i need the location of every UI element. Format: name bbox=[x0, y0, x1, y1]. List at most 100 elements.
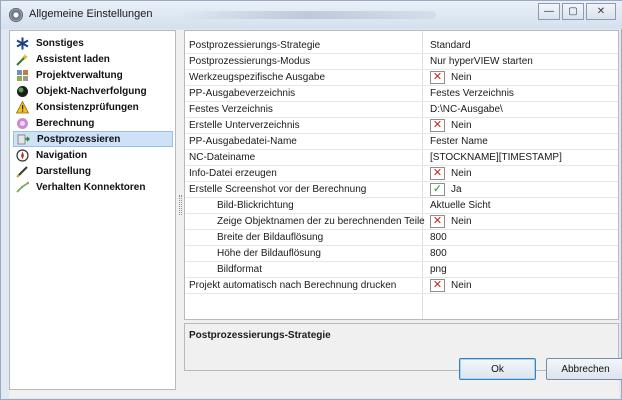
minimize-button[interactable]: — bbox=[538, 3, 560, 20]
checkbox-unchecked[interactable]: ✕ bbox=[430, 279, 445, 292]
property-row[interactable]: PP-Ausgabeverzeichnis Festes Verzeichnis bbox=[185, 86, 618, 102]
property-value[interactable]: png bbox=[430, 262, 447, 277]
property-value-text: Nein bbox=[451, 72, 472, 83]
property-name: Projekt automatisch nach Berechnung druc… bbox=[189, 280, 397, 291]
compass-icon bbox=[15, 148, 29, 162]
nav-item-postprozessieren[interactable]: Postprozessieren bbox=[13, 131, 173, 147]
nav-item-label: Sonstiges bbox=[36, 37, 84, 49]
property-row[interactable]: Werkzeugspezifische Ausgabe ✕ Nein bbox=[185, 70, 618, 86]
maximize-icon: ▢ bbox=[568, 6, 578, 17]
postprocess-icon bbox=[16, 132, 30, 146]
property-name: Breite der Bildauflösung bbox=[217, 232, 324, 243]
pen-icon bbox=[15, 164, 29, 178]
checkbox-unchecked[interactable]: ✕ bbox=[430, 215, 445, 228]
property-value-text: Nur hyperVIEW starten bbox=[430, 56, 533, 67]
property-row[interactable]: Erstelle Screenshot vor der Berechnung ✓… bbox=[185, 182, 618, 198]
property-row[interactable]: Bildformat png bbox=[185, 262, 618, 278]
nav-item-label: Berechnung bbox=[36, 117, 95, 129]
nav-item-objekt-nachverfolgung[interactable]: Objekt-Nachverfolgung bbox=[13, 83, 173, 99]
nav-item-assistent-laden[interactable]: Assistent laden bbox=[13, 51, 173, 67]
splitter-handle[interactable] bbox=[179, 195, 182, 215]
property-value[interactable]: ✕ Nein bbox=[430, 166, 472, 181]
property-name: Höhe der Bildauflösung bbox=[217, 248, 321, 259]
property-value[interactable]: Standard bbox=[430, 38, 471, 53]
property-row[interactable]: Zeige Objektnamen der zu berechnenden Te… bbox=[185, 214, 618, 230]
description-title: Postprozessierungs-Strategie bbox=[189, 330, 331, 341]
property-name: Postprozessierungs-Strategie bbox=[189, 40, 321, 51]
close-button[interactable]: ✕ bbox=[586, 3, 616, 20]
nav-item-label: Konsistenzprüfungen bbox=[36, 101, 139, 113]
property-row[interactable]: Postprozessierungs-Strategie Standard bbox=[185, 38, 618, 54]
property-value-text: Fester Name bbox=[430, 136, 488, 147]
property-name: Bild-Blickrichtung bbox=[217, 200, 294, 211]
property-value[interactable]: Fester Name bbox=[430, 134, 488, 149]
window-title: Allgemeine Einstellungen bbox=[29, 8, 153, 20]
property-value[interactable]: Nur hyperVIEW starten bbox=[430, 54, 533, 69]
property-value-text: Standard bbox=[430, 40, 471, 51]
category-tree: Sonstiges Assistent laden Projektverwalt… bbox=[9, 30, 176, 390]
property-name: Info-Datei erzeugen bbox=[189, 168, 277, 179]
property-value[interactable]: ✕ Nein bbox=[430, 278, 472, 293]
cancel-button-label: Abbrechen bbox=[561, 363, 610, 375]
property-row[interactable]: Erstelle Unterverzeichnis ✕ Nein bbox=[185, 118, 618, 134]
checkbox-unchecked[interactable]: ✕ bbox=[430, 71, 445, 84]
nav-item-navigation[interactable]: Navigation bbox=[13, 147, 173, 163]
property-value[interactable]: 800 bbox=[430, 230, 447, 245]
nav-item-label: Projektverwaltung bbox=[36, 69, 123, 81]
property-value[interactable]: ✕ Nein bbox=[430, 118, 472, 133]
property-name: Erstelle Unterverzeichnis bbox=[189, 120, 300, 131]
property-name: Bildformat bbox=[217, 264, 263, 275]
property-value[interactable]: Festes Verzeichnis bbox=[430, 86, 514, 101]
property-value-text: Nein bbox=[451, 168, 472, 179]
nav-item-darstellung[interactable]: Darstellung bbox=[13, 163, 173, 179]
property-value[interactable]: ✕ Nein bbox=[430, 214, 472, 229]
property-name: Postprozessierungs-Modus bbox=[189, 56, 311, 67]
property-value-text: png bbox=[430, 264, 447, 275]
property-row[interactable]: Projekt automatisch nach Berechnung druc… bbox=[185, 278, 618, 294]
property-value[interactable]: D:\NC-Ausgabe\ bbox=[430, 102, 503, 117]
property-value-text: Festes Verzeichnis bbox=[430, 88, 514, 99]
property-value-text: 800 bbox=[430, 232, 447, 243]
nav-item-label: Objekt-Nachverfolgung bbox=[36, 85, 147, 97]
dialog-client-area: Sonstiges Assistent laden Projektverwalt… bbox=[9, 30, 619, 398]
caption-buttons: — ▢ ✕ bbox=[538, 3, 616, 20]
settings-window: Allgemeine Einstellungen — ▢ ✕ Sonstiges… bbox=[0, 0, 622, 400]
title-bar[interactable]: Allgemeine Einstellungen — ▢ ✕ bbox=[1, 1, 622, 29]
nav-item-label: Darstellung bbox=[36, 165, 92, 177]
checkbox-checked[interactable]: ✓ bbox=[430, 183, 445, 196]
nav-item-konsistenzpruefungen[interactable]: Konsistenzprüfungen bbox=[13, 99, 173, 115]
property-row[interactable]: Info-Datei erzeugen ✕ Nein bbox=[185, 166, 618, 182]
maximize-button[interactable]: ▢ bbox=[562, 3, 584, 20]
property-row[interactable]: Bild-Blickrichtung Aktuelle Sicht bbox=[185, 198, 618, 214]
property-row[interactable]: Höhe der Bildauflösung 800 bbox=[185, 246, 618, 262]
asterisk-icon bbox=[15, 36, 29, 50]
property-value-text: Nein bbox=[451, 216, 472, 227]
ok-button[interactable]: Ok bbox=[459, 358, 536, 380]
property-grid: Postprozessierungs-Strategie Standard Po… bbox=[184, 30, 619, 320]
property-value[interactable]: ✕ Nein bbox=[430, 70, 472, 85]
property-value-text: 800 bbox=[430, 248, 447, 259]
property-value-text: Nein bbox=[451, 120, 472, 131]
property-name: Werkzeugspezifische Ausgabe bbox=[189, 72, 326, 83]
property-value[interactable]: Aktuelle Sicht bbox=[430, 198, 491, 213]
wand-icon bbox=[15, 52, 29, 66]
minimize-icon: — bbox=[544, 6, 554, 17]
property-row[interactable]: PP-Ausgabedatei-Name Fester Name bbox=[185, 134, 618, 150]
nav-item-verhalten-konnektoren[interactable]: Verhalten Konnektoren bbox=[13, 179, 173, 195]
property-value[interactable]: 800 bbox=[430, 246, 447, 261]
nav-item-sonstiges[interactable]: Sonstiges bbox=[13, 35, 173, 51]
checkbox-unchecked[interactable]: ✕ bbox=[430, 167, 445, 180]
property-row[interactable]: NC-Dateiname [STOCKNAME][TIMESTAMP] bbox=[185, 150, 618, 166]
property-value[interactable]: ✓ Ja bbox=[430, 182, 462, 197]
property-row[interactable]: Postprozessierungs-Modus Nur hyperVIEW s… bbox=[185, 54, 618, 70]
cancel-button[interactable]: Abbrechen bbox=[546, 358, 622, 380]
close-icon: ✕ bbox=[596, 6, 606, 17]
property-row[interactable]: Festes Verzeichnis D:\NC-Ausgabe\ bbox=[185, 102, 618, 118]
checkbox-unchecked[interactable]: ✕ bbox=[430, 119, 445, 132]
property-row[interactable]: Breite der Bildauflösung 800 bbox=[185, 230, 618, 246]
nav-item-berechnung[interactable]: Berechnung bbox=[13, 115, 173, 131]
property-name: PP-Ausgabeverzeichnis bbox=[189, 88, 296, 99]
property-name: PP-Ausgabedatei-Name bbox=[189, 136, 297, 147]
property-value[interactable]: [STOCKNAME][TIMESTAMP] bbox=[430, 150, 562, 165]
nav-item-projektverwaltung[interactable]: Projektverwaltung bbox=[13, 67, 173, 83]
